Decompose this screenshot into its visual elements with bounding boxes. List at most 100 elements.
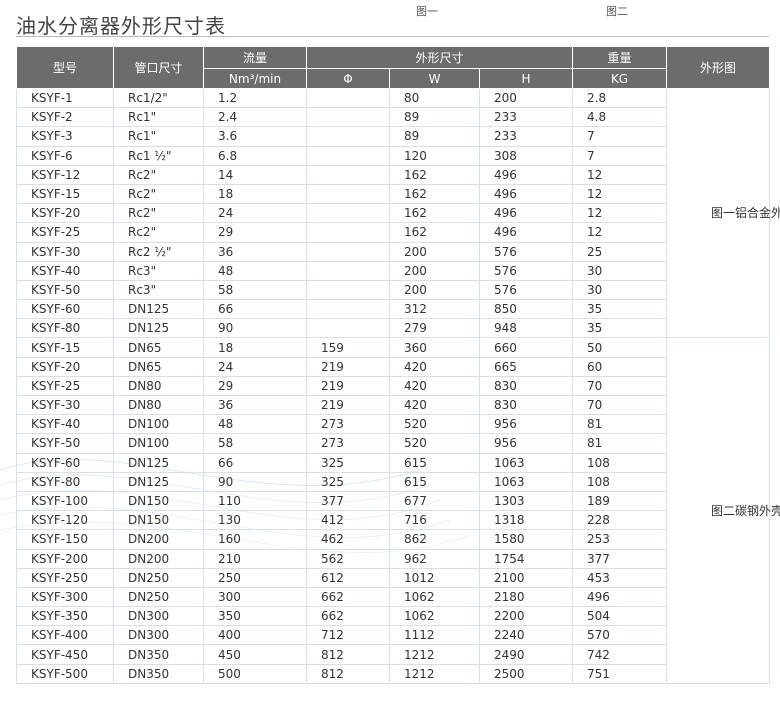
cell-h: 2500 <box>479 664 574 684</box>
header-flow: 流量 <box>203 46 307 69</box>
header-h: H <box>478 68 574 89</box>
cell-port: DN350 <box>113 644 204 665</box>
cell-port: DN125 <box>113 318 204 339</box>
cell-flow: 36 <box>203 395 307 416</box>
cell-w: 1062 <box>389 606 480 627</box>
cell-h: 665 <box>479 357 574 377</box>
cell-model: KSYF-300 <box>16 587 114 608</box>
cell-phi: 325 <box>306 472 390 492</box>
cell-model: KSYF-80 <box>16 472 114 492</box>
cell-h: 1303 <box>479 491 574 512</box>
cell-kg: 35 <box>572 299 668 320</box>
table-row: KSYF-50 DN100 58 273 520 956 81 <box>16 433 770 454</box>
cell-h: 660 <box>479 337 574 358</box>
cell-h: 233 <box>479 107 574 128</box>
table-row: KSYF-15 Rc2" 18 162 496 12 <box>16 184 770 205</box>
cell-w: 80 <box>389 88 480 109</box>
cell-flow: 3.6 <box>203 126 307 147</box>
cell-model: KSYF-40 <box>16 414 114 435</box>
cell-w: 420 <box>389 357 480 377</box>
cell-h: 2200 <box>479 606 574 627</box>
table-row: KSYF-60 DN125 66 325 615 1063 108 <box>16 453 770 473</box>
cell-phi: 812 <box>306 664 390 684</box>
cell-phi: 562 <box>306 549 390 569</box>
cell-h: 2180 <box>479 587 574 608</box>
cell-h: 200 <box>479 88 574 109</box>
cell-kg: 70 <box>572 376 668 397</box>
cell-kg: 81 <box>572 414 668 435</box>
cell-flow: 14 <box>203 165 307 185</box>
cell-phi: 273 <box>306 433 390 454</box>
cell-kg: 50 <box>572 337 668 358</box>
table-row: KSYF-40 Rc3" 48 200 576 30 <box>16 261 770 281</box>
cell-w: 200 <box>389 280 480 301</box>
cell-flow: 110 <box>203 491 307 512</box>
cell-flow: 450 <box>203 644 307 665</box>
cell-phi: 219 <box>306 376 390 397</box>
cell-h: 1063 <box>479 453 574 473</box>
cell-port: DN100 <box>113 433 204 454</box>
cell-flow: 160 <box>203 529 307 550</box>
cell-port: Rc1/2" <box>113 88 204 109</box>
cell-model: KSYF-350 <box>16 606 114 627</box>
cell-kg: 2.8 <box>572 88 668 109</box>
cell-kg: 12 <box>572 165 668 185</box>
cell-h: 233 <box>479 126 574 147</box>
cell-port: Rc3" <box>113 280 204 301</box>
cell-model: KSYF-30 <box>16 242 114 262</box>
cell-model: KSYF-60 <box>16 299 114 320</box>
cell-flow: 58 <box>203 433 307 454</box>
cell-flow: 90 <box>203 318 307 339</box>
title-divider <box>16 36 769 37</box>
cell-h: 308 <box>479 146 574 166</box>
shape-group-1: 图一铝合金外壳 <box>666 88 780 339</box>
cell-model: KSYF-50 <box>16 280 114 301</box>
cell-h: 496 <box>479 222 574 243</box>
cell-port: DN125 <box>113 472 204 492</box>
cell-h: 948 <box>479 318 574 339</box>
cell-flow: 48 <box>203 414 307 435</box>
spec-table: 型号 管口尺寸 流量 外形尺寸 重量 外形图 Nm³/min Φ W H KG … <box>16 46 780 684</box>
cell-phi: 159 <box>306 337 390 358</box>
cell-w: 1012 <box>389 568 480 588</box>
cell-w: 962 <box>389 549 480 569</box>
cell-model: KSYF-80 <box>16 318 114 339</box>
header-dims: 外形尺寸 <box>305 46 574 69</box>
table-row: KSYF-20 Rc2" 24 162 496 12 <box>16 203 770 224</box>
table-row: KSYF-30 DN80 36 219 420 830 70 <box>16 395 770 416</box>
cell-model: KSYF-3 <box>16 126 114 147</box>
cell-kg: 30 <box>572 280 668 301</box>
cell-port: Rc2" <box>113 165 204 185</box>
header-w: W <box>389 68 480 89</box>
cell-flow: 350 <box>203 606 307 627</box>
table-row: KSYF-30 Rc2 ½" 36 200 576 25 <box>16 242 770 262</box>
cell-model: KSYF-20 <box>16 357 114 377</box>
cell-kg: 108 <box>572 472 668 492</box>
cell-phi: 612 <box>306 568 390 588</box>
cell-w: 520 <box>389 414 480 435</box>
cell-port: Rc1" <box>113 126 204 147</box>
cell-w: 615 <box>389 453 480 473</box>
cell-flow: 210 <box>203 549 307 569</box>
cell-port: DN100 <box>113 414 204 435</box>
cell-phi <box>306 126 390 147</box>
cell-flow: 1.2 <box>203 88 307 109</box>
cell-phi <box>306 146 390 166</box>
cell-w: 1212 <box>389 644 480 665</box>
cell-port: DN150 <box>113 491 204 512</box>
cell-phi <box>306 88 390 109</box>
cell-phi: 273 <box>306 414 390 435</box>
cell-flow: 24 <box>203 203 307 224</box>
cell-w: 200 <box>389 242 480 262</box>
table-row: KSYF-80 DN125 90 325 615 1063 108 <box>16 472 770 492</box>
cell-model: KSYF-120 <box>16 510 114 531</box>
cell-model: KSYF-20 <box>16 203 114 224</box>
table-body: KSYF-1Rc1/2"1.2802002.8图一铝合金外壳KSYF-2Rc1"… <box>16 88 780 684</box>
cell-flow: 48 <box>203 261 307 281</box>
table-row: KSYF-500 DN350 500 812 1212 2500 751 <box>16 664 770 684</box>
shape-group-label: 图二碳钢外壳 <box>711 503 780 518</box>
cell-flow: 6.8 <box>203 146 307 166</box>
cell-port: Rc2" <box>113 203 204 224</box>
cell-model: KSYF-100 <box>16 491 114 512</box>
cell-kg: 253 <box>572 529 668 550</box>
